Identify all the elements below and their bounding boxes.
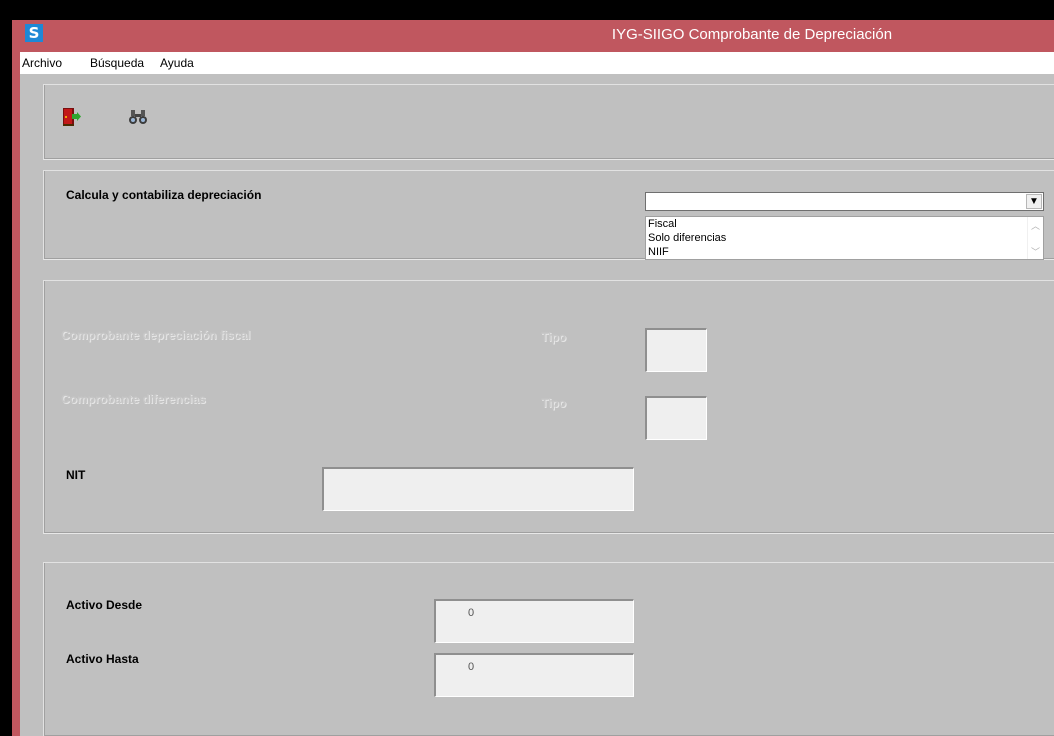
dropdown-scrollbar[interactable]: ︿ ﹀	[1027, 217, 1043, 259]
menu-archivo[interactable]: Archivo	[22, 56, 62, 70]
differences-tipo-label: Tipo	[541, 396, 567, 410]
menu-ayuda[interactable]: Ayuda	[160, 56, 194, 70]
menu-bar: Archivo Búsqueda Ayuda	[20, 52, 1054, 74]
calc-type-select[interactable]: ▼	[645, 192, 1044, 211]
client-area: Calcula y contabiliza depreciación ▼ Fis…	[20, 74, 1054, 736]
differences-tipo-field[interactable]	[645, 396, 707, 440]
fiscal-voucher-label: Comprobante depreciación fiscal	[61, 328, 251, 342]
search-button[interactable]	[127, 106, 149, 128]
background-strip	[0, 20, 12, 736]
scroll-up-icon[interactable]: ︿	[1031, 219, 1040, 232]
calc-type-dropdown-list[interactable]: Fiscal Solo diferencias NIIF ︿ ﹀	[645, 216, 1044, 260]
asset-from-label: Activo Desde	[66, 598, 143, 612]
exit-door-icon	[63, 108, 81, 126]
scroll-down-icon[interactable]: ﹀	[1031, 245, 1040, 258]
asset-to-label: Activo Hasta	[66, 652, 139, 666]
fiscal-tipo-label: Tipo	[541, 330, 567, 344]
menu-busqueda[interactable]: Búsqueda	[90, 56, 144, 70]
option-niif[interactable]: NIIF	[648, 246, 669, 258]
title-bar[interactable]: S IYG-SIIGO Comprobante de Depreciación	[20, 20, 1054, 52]
option-solo-diferencias[interactable]: Solo diferencias	[648, 232, 726, 244]
exit-button[interactable]	[60, 106, 82, 128]
binoculars-icon	[129, 110, 147, 124]
window-left-border	[0, 20, 20, 736]
calc-label: Calcula y contabiliza depreciación	[66, 188, 262, 202]
asset-range-panel	[43, 562, 1054, 736]
nit-label: NIT	[66, 468, 86, 482]
asset-from-field[interactable]: 0	[434, 599, 634, 643]
differences-voucher-label: Comprobante diferencias	[61, 392, 206, 406]
asset-to-field[interactable]: 0	[434, 653, 634, 697]
fiscal-tipo-field[interactable]	[645, 328, 707, 372]
chevron-down-icon[interactable]: ▼	[1026, 194, 1042, 209]
window-title: IYG-SIIGO Comprobante de Depreciación	[611, 26, 893, 43]
nit-field[interactable]	[322, 467, 634, 511]
option-fiscal[interactable]: Fiscal	[648, 218, 677, 230]
toolbar-panel	[43, 84, 1054, 160]
